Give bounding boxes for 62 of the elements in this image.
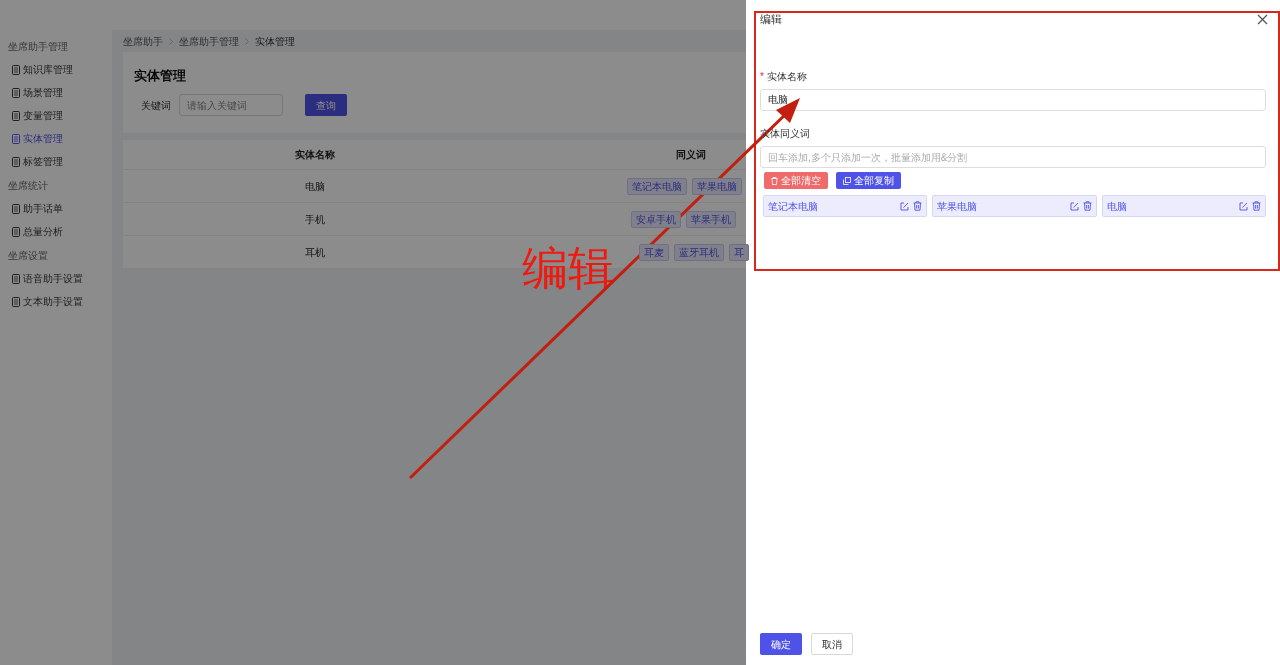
page-title: 实体管理 (134, 67, 186, 85)
synonym-chip: 电脑 (1101, 195, 1266, 217)
close-icon[interactable] (1257, 13, 1268, 25)
edit-icon[interactable] (1069, 201, 1079, 211)
sidebar-item[interactable]: 场景管理 (0, 81, 112, 104)
sidebar-group-label: 坐席助手管理 (7, 39, 68, 54)
document-icon (12, 110, 20, 121)
table-cell-text: 耳机 (305, 245, 325, 260)
table-cell-text: 电脑 (305, 179, 325, 194)
field-label: 实体名称 (766, 69, 807, 84)
search-field[interactable]: 请输入关键词 (179, 94, 283, 116)
synonym-chip: 苹果电脑 (932, 195, 1097, 217)
breadcrumb-link[interactable]: 坐席助手 (123, 33, 163, 49)
delete-icon[interactable] (1082, 201, 1092, 211)
sidebar-group-label: 坐席设置 (7, 248, 48, 263)
confirm-button[interactable]: 确定 (760, 633, 802, 655)
synonym-tag: 笔记本电脑 (627, 177, 687, 195)
synonym-tag: 苹果电脑 (692, 177, 742, 195)
column-header: 同义词 (676, 149, 706, 160)
breadcrumb-link[interactable]: 坐席助手管理 (179, 33, 239, 49)
document-icon (12, 87, 20, 98)
sidebar-item[interactable]: 语音助手设置 (0, 267, 112, 290)
search-button[interactable]: 查询 (305, 94, 347, 116)
table-cell-text: 手机 (305, 212, 325, 227)
chevron-icon (245, 37, 249, 45)
annotation-text: 编辑 (522, 240, 614, 296)
copy-icon (843, 176, 851, 185)
sidebar-item[interactable]: 变量管理 (0, 104, 112, 127)
sidebar-group-label: 坐席统计 (7, 178, 48, 193)
edit-icon[interactable] (1239, 201, 1248, 211)
synonym-tag: 安卓手机 (631, 210, 681, 228)
drawer-title: 编辑 (760, 11, 782, 27)
synonym-tag: 蓝牙耳机 (674, 243, 724, 261)
copy-all-button[interactable]: 全部复制 (836, 172, 901, 189)
search-label: 关键词 (141, 98, 171, 113)
document-icon (12, 64, 20, 75)
chevron-icon (169, 37, 173, 45)
synonym-tag: 耳 (729, 243, 749, 261)
delete-icon[interactable] (913, 201, 923, 211)
sidebar-item[interactable]: 标签管理 (0, 150, 112, 173)
edit-icon[interactable] (900, 201, 910, 211)
synonym-tag: 苹果手机 (686, 210, 736, 228)
document-icon (12, 296, 20, 307)
trash-icon (771, 176, 778, 185)
synonym-chip: 笔记本电脑 (763, 195, 928, 217)
sidebar-item[interactable]: 助手话单 (0, 197, 112, 220)
sidebar-item[interactable]: 实体管理 (0, 127, 112, 150)
clear-all-button[interactable]: 全部清空 (764, 172, 828, 189)
sidebar-item[interactable]: 总量分析 (0, 220, 112, 243)
sidebar-item[interactable]: 知识库管理 (0, 58, 112, 81)
document-icon (12, 203, 20, 214)
document-icon (12, 156, 20, 167)
document-icon (12, 226, 20, 237)
sidebar-item[interactable]: 文本助手设置 (0, 290, 112, 313)
document-icon (12, 133, 20, 144)
delete-icon[interactable] (1252, 201, 1261, 211)
column-header: 实体名称 (295, 148, 335, 162)
synonym-tag: 耳麦 (639, 243, 669, 261)
required-asterisk: * (760, 69, 764, 84)
cancel-button[interactable]: 取消 (811, 633, 853, 655)
document-icon (12, 273, 20, 284)
entity-name-field[interactable]: 电脑 (760, 89, 1266, 111)
